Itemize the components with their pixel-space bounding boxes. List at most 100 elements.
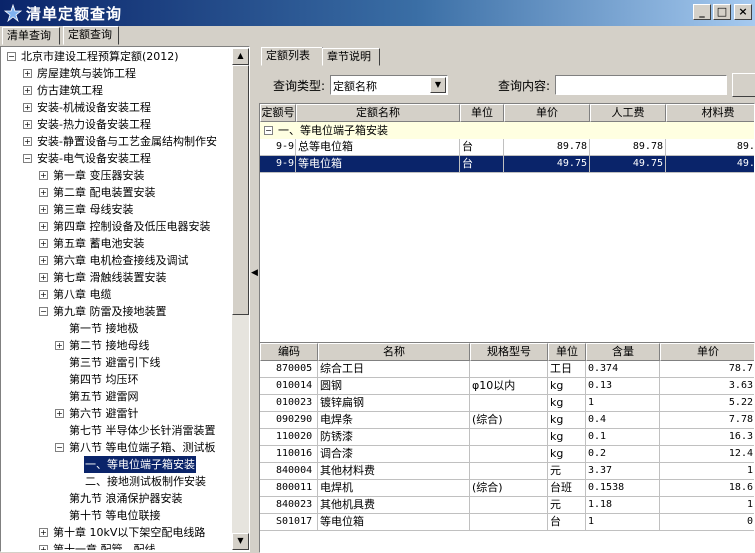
- quota-group-row[interactable]: − 一、等电位端子箱安装: [260, 122, 754, 139]
- table-row[interactable]: 870005 综合工日 工日 0.374 78.7: [260, 361, 754, 378]
- col-header-code[interactable]: 编码: [260, 343, 318, 361]
- collapse-arrow-icon[interactable]: ◀: [251, 268, 258, 278]
- expand-icon[interactable]: +: [39, 545, 48, 550]
- scroll-down-icon[interactable]: ▼: [232, 533, 249, 550]
- table-row[interactable]: 800011 电焊机 (综合) 台班 0.1538 18.6: [260, 480, 754, 497]
- tree-item[interactable]: 二、接地测试板制作安装: [2, 473, 232, 490]
- close-button[interactable]: ×: [734, 4, 752, 20]
- table-row[interactable]: 840023 其他机具费 元 1.18 1: [260, 497, 754, 514]
- expand-icon[interactable]: +: [39, 188, 48, 197]
- tab-quota-list[interactable]: 定额列表: [261, 47, 323, 66]
- tree-item[interactable]: + 第五章 蓄电池安装: [2, 235, 232, 252]
- expand-icon[interactable]: +: [39, 256, 48, 265]
- table-row[interactable]: 110020 防锈漆 kg 0.1 16.3: [260, 429, 754, 446]
- tree-item[interactable]: + 第二章 配电装置安装: [2, 184, 232, 201]
- expand-icon[interactable]: +: [23, 137, 32, 146]
- tree-scrollbar[interactable]: ▲ ▼: [232, 48, 249, 550]
- expand-icon[interactable]: +: [23, 103, 32, 112]
- tree-item[interactable]: + 第四章 控制设备及低压电器安装: [2, 218, 232, 235]
- tree-item[interactable]: + 安装-静置设备与工艺金属结构制作安: [2, 133, 232, 150]
- col-header-unit[interactable]: 单位: [460, 104, 504, 122]
- query-content-input[interactable]: [555, 75, 727, 95]
- col-header-price[interactable]: 单价: [504, 104, 590, 122]
- chapter-tree: − 北京市建设工程预算定额(2012) + 房屋建筑与装饰工程 + 仿古建筑工程 + 安装-机…: [0, 46, 250, 552]
- expand-icon[interactable]: +: [39, 273, 48, 282]
- tab-chapter-notes[interactable]: 章节说明: [322, 48, 380, 66]
- collapse-icon[interactable]: −: [39, 307, 48, 316]
- col-header-price[interactable]: 单价: [660, 343, 754, 361]
- scroll-up-icon[interactable]: ▲: [232, 48, 249, 65]
- tree-item[interactable]: + 第一章 变压器安装: [2, 167, 232, 184]
- tab-quota-query[interactable]: 定额查询: [63, 26, 119, 45]
- col-header-unit[interactable]: 单位: [548, 343, 586, 361]
- tree-item[interactable]: 第七节 半导体少长针消雷装置: [2, 422, 232, 439]
- panel-splitter[interactable]: ◀: [250, 46, 258, 552]
- expand-icon[interactable]: +: [23, 69, 32, 78]
- tree-item[interactable]: − 安装-电气设备安装工程: [2, 150, 232, 167]
- tree-item[interactable]: + 仿古建筑工程: [2, 82, 232, 99]
- expand-icon[interactable]: +: [39, 222, 48, 231]
- expand-icon[interactable]: +: [39, 528, 48, 537]
- tree-item[interactable]: 第四节 均压环: [2, 371, 232, 388]
- scroll-thumb[interactable]: [232, 65, 249, 315]
- tree-item[interactable]: + 第十一章 配管、配线: [2, 541, 232, 550]
- table-row[interactable]: 9-9总等电位箱台89.7889.7889.7889.78: [260, 139, 754, 156]
- col-header-material[interactable]: 材料费: [666, 104, 754, 122]
- tree-item[interactable]: + 房屋建筑与装饰工程: [2, 65, 232, 82]
- collapse-icon[interactable]: −: [7, 52, 16, 61]
- col-header-labor[interactable]: 人工费: [590, 104, 666, 122]
- table-row[interactable]: 090290 电焊条 (综合) kg 0.4 7.78: [260, 412, 754, 429]
- tree-item[interactable]: 第十节 等电位联接: [2, 507, 232, 524]
- expand-icon[interactable]: +: [39, 290, 48, 299]
- maximize-button[interactable]: □: [713, 4, 731, 20]
- table-row[interactable]: 010014 圆钢 φ10以内 kg 0.13 3.63: [260, 378, 754, 395]
- cell-price: 0: [660, 514, 754, 531]
- tree-item[interactable]: + 第二节 接地母线: [2, 337, 232, 354]
- table-row[interactable]: 840004 其他材料费 元 3.37 1: [260, 463, 754, 480]
- tree-item[interactable]: 第一节 接地极: [2, 320, 232, 337]
- col-header-qty[interactable]: 含量: [586, 343, 660, 361]
- expand-icon[interactable]: +: [23, 120, 32, 129]
- col-header-code[interactable]: 定额号: [260, 104, 296, 122]
- query-type-select[interactable]: 定额名称 ▼: [330, 75, 448, 95]
- tree-item[interactable]: − 北京市建设工程预算定额(2012): [2, 48, 232, 65]
- table-row[interactable]: 110016 调合漆 kg 0.2 12.4: [260, 446, 754, 463]
- tree-item[interactable]: − 第九章 防雷及接地装置: [2, 303, 232, 320]
- expand-icon[interactable]: +: [39, 205, 48, 214]
- tree-item-label: 第十章 10kV以下架空配电线路: [53, 526, 206, 539]
- cell-price: 7.78: [660, 412, 754, 429]
- expand-icon[interactable]: +: [39, 171, 48, 180]
- search-button[interactable]: [732, 73, 755, 97]
- tree-item[interactable]: 第五节 避雷网: [2, 388, 232, 405]
- cell-unit: kg: [548, 429, 586, 446]
- tree-item[interactable]: + 第十章 10kV以下架空配电线路: [2, 524, 232, 541]
- tree-item[interactable]: 第三节 避雷引下线: [2, 354, 232, 371]
- col-header-spec[interactable]: 规格型号: [470, 343, 548, 361]
- tree-item[interactable]: + 第七章 滑触线装置安装: [2, 269, 232, 286]
- table-row[interactable]: S01017 等电位箱 台 1 0: [260, 514, 754, 531]
- dropdown-arrow-icon[interactable]: ▼: [430, 77, 446, 93]
- tree-item[interactable]: + 安装-机械设备安装工程: [2, 99, 232, 116]
- tree-item[interactable]: + 第六章 电机检查接线及调试: [2, 252, 232, 269]
- collapse-icon[interactable]: −: [264, 126, 273, 135]
- tree-item[interactable]: + 第六节 避雷针: [2, 405, 232, 422]
- tree-item[interactable]: − 第八节 等电位端子箱、测试板: [2, 439, 232, 456]
- tree-item[interactable]: + 第三章 母线安装: [2, 201, 232, 218]
- tree-item[interactable]: 第九节 浪涌保护器安装: [2, 490, 232, 507]
- tree-item-label: 第四章 控制设备及低压电器安装: [53, 220, 211, 233]
- collapse-icon[interactable]: −: [55, 443, 64, 452]
- tree-item[interactable]: 一、等电位端子箱安装: [2, 455, 232, 474]
- expand-icon[interactable]: +: [55, 341, 64, 350]
- tree-item[interactable]: + 第八章 电缆: [2, 286, 232, 303]
- expand-icon[interactable]: +: [39, 239, 48, 248]
- tab-bill-query[interactable]: 清单查询: [2, 27, 60, 45]
- col-header-name[interactable]: 定额名称: [296, 104, 460, 122]
- col-header-name[interactable]: 名称: [318, 343, 470, 361]
- table-row[interactable]: 010023 镀锌扁钢 kg 1 5.22: [260, 395, 754, 412]
- tree-item[interactable]: + 安装-热力设备安装工程: [2, 116, 232, 133]
- table-row[interactable]: 9-9等电位箱台49.7549.7549.7549.75: [260, 156, 754, 173]
- expand-icon[interactable]: +: [55, 409, 64, 418]
- minimize-button[interactable]: _: [693, 4, 711, 20]
- collapse-icon[interactable]: −: [23, 154, 32, 163]
- expand-icon[interactable]: +: [23, 86, 32, 95]
